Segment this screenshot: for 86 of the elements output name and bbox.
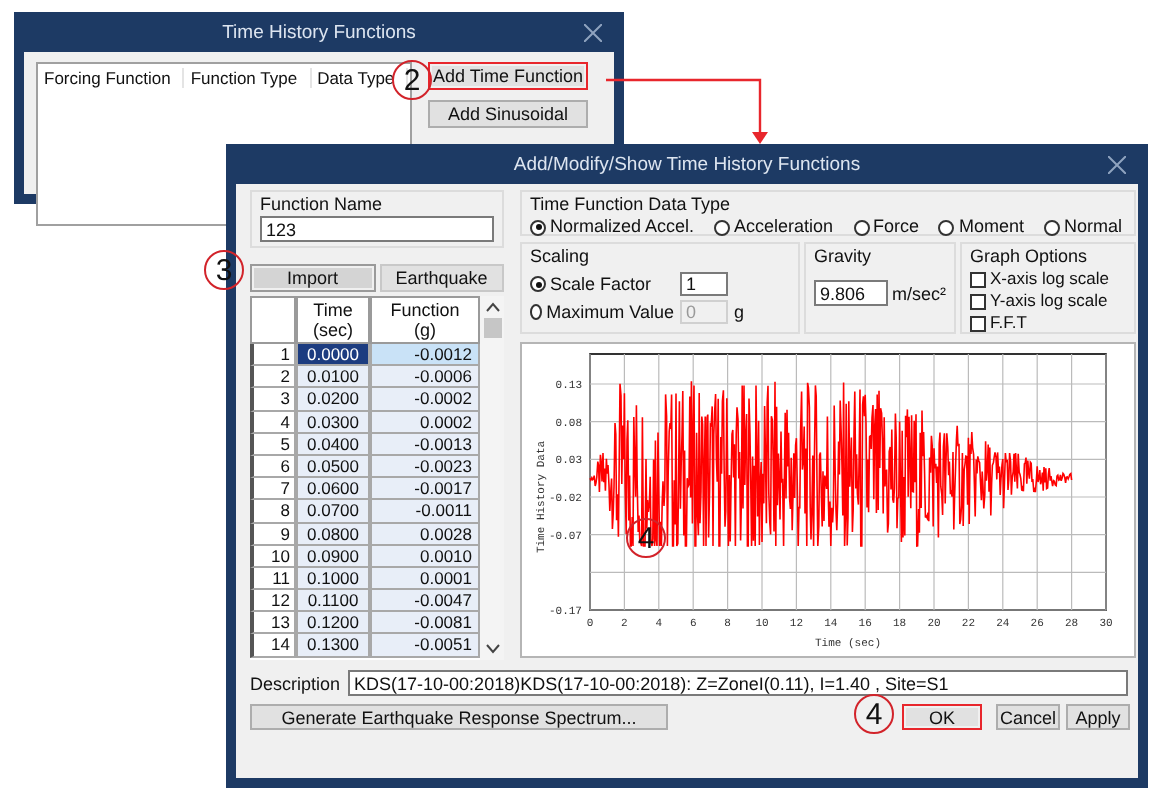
group-label: Scaling xyxy=(530,246,592,268)
group-label: Graph Options xyxy=(970,246,1090,268)
row-number[interactable]: 8 xyxy=(250,500,296,523)
add-function-button[interactable]: Add Time Function xyxy=(428,62,588,90)
row-number[interactable]: 9 xyxy=(250,523,296,546)
row-number[interactable]: 13 xyxy=(250,612,296,635)
table-cell[interactable]: 0.0800 xyxy=(296,523,370,546)
table-cell[interactable]: 0.1100 xyxy=(296,590,370,613)
table-cell[interactable]: 0.0028 xyxy=(370,523,480,546)
table-cell[interactable]: 0.0010 xyxy=(370,545,480,568)
scroll-up-icon[interactable] xyxy=(485,302,499,312)
tab[interactable]: Import xyxy=(250,264,375,292)
row-number[interactable]: 14 xyxy=(250,634,296,658)
scale-input[interactable]: 1 xyxy=(680,272,728,296)
checkbox-option[interactable]: F.F.T xyxy=(970,312,1126,334)
table-cell[interactable]: 0.0500 xyxy=(296,455,370,479)
dialog-button[interactable]: OK xyxy=(902,704,982,730)
table-cell[interactable]: 0.0200 xyxy=(296,388,370,412)
description-field[interactable]: KDS(17-10-00:2018)KDS(17-10-00:2018): Z=ZoneI(0.11), I=1.40 , Site=S1 xyxy=(348,670,1129,696)
table-cell[interactable]: -0.0012 xyxy=(370,344,480,367)
radio-option[interactable]: Force xyxy=(853,216,920,238)
group-label: Time Function Data Type xyxy=(530,194,733,216)
row-number[interactable]: 1 xyxy=(250,344,296,367)
row-number[interactable]: 11 xyxy=(250,567,296,591)
table-cell[interactable]: 0.0600 xyxy=(296,478,370,501)
column-header: Forcing Function xyxy=(38,68,185,88)
unit-label: m/sec² xyxy=(892,283,946,303)
row-number[interactable]: 12 xyxy=(250,590,296,613)
unit-label: g xyxy=(734,302,745,322)
row-number[interactable]: 7 xyxy=(250,478,296,501)
table-cell[interactable]: -0.0023 xyxy=(370,455,480,479)
table-cell[interactable]: 0.0700 xyxy=(296,500,370,523)
table-cell[interactable]: -0.0017 xyxy=(370,478,480,501)
window-title: Add/Modify/Show Time History Functions xyxy=(513,153,861,175)
row-number[interactable]: 10 xyxy=(250,545,296,568)
row-number[interactable]: 2 xyxy=(250,366,296,389)
radio-option[interactable]: Moment xyxy=(938,216,1024,238)
table-cell[interactable]: -0.0047 xyxy=(370,590,480,613)
table-cell[interactable]: 0.1000 xyxy=(296,567,370,591)
dialog-button[interactable]: Cancel xyxy=(996,704,1060,730)
row-number[interactable]: 5 xyxy=(250,433,296,456)
scrollbar[interactable] xyxy=(480,296,504,660)
table-cell[interactable]: -0.0081 xyxy=(370,612,480,635)
table-cell[interactable]: 0.0002 xyxy=(370,411,480,434)
checkbox-option[interactable]: X-axis log scale xyxy=(970,268,1126,290)
checkbox-option[interactable]: Y-axis log scale xyxy=(970,290,1126,312)
table-cell[interactable]: -0.0051 xyxy=(370,634,480,658)
close-icon[interactable] xyxy=(584,24,602,42)
table-cell[interactable]: -0.0013 xyxy=(370,433,480,456)
radio-option[interactable]: Normalized Accel. xyxy=(530,216,695,238)
radio-option[interactable]: Scale Factor xyxy=(530,273,674,295)
row-number[interactable]: 3 xyxy=(250,388,296,412)
radio-option[interactable]: Normal xyxy=(1043,216,1122,238)
scroll-down-icon[interactable] xyxy=(485,644,499,654)
function-name-field[interactable]: 123 xyxy=(260,216,494,242)
row-number[interactable]: 6 xyxy=(250,455,296,479)
add-function-button[interactable]: Add Sinusoidal xyxy=(428,100,588,128)
radio-option[interactable]: Acceleration xyxy=(714,216,834,238)
group-label: Gravity xyxy=(814,246,874,268)
window-title: Time History Functions xyxy=(222,21,416,43)
column-header: Function Type xyxy=(184,68,312,88)
table-cell[interactable]: 0.0001 xyxy=(370,567,480,591)
corner-cell xyxy=(250,296,296,344)
close-icon[interactable] xyxy=(1108,156,1126,174)
table-cell[interactable]: 0.0400 xyxy=(296,433,370,456)
table-cell[interactable]: 0.0900 xyxy=(296,545,370,568)
generate-spectrum-button[interactable]: Generate Earthquake Response Spectrum... xyxy=(250,704,668,730)
table-cell[interactable]: -0.0006 xyxy=(370,366,480,389)
dialog-button[interactable]: Apply xyxy=(1066,704,1130,730)
column-header[interactable]: Function (g) xyxy=(370,296,480,344)
field-label: Description xyxy=(250,673,341,693)
gravity-input[interactable]: 9.806 xyxy=(814,280,888,306)
table-cell[interactable]: -0.0011 xyxy=(370,500,480,523)
table-cell[interactable]: 0.0000 xyxy=(296,344,370,367)
table-cell[interactable]: 0.1300 xyxy=(296,634,370,658)
scroll-thumb[interactable] xyxy=(483,318,501,338)
tab[interactable]: Earthquake xyxy=(379,264,504,292)
step-number-callout: 4 xyxy=(854,694,894,734)
column-header[interactable]: Time (sec) xyxy=(296,296,370,344)
table-cell[interactable]: 0.0300 xyxy=(296,411,370,434)
step-number-callout: 2 xyxy=(392,60,432,100)
table-cell[interactable]: 0.1200 xyxy=(296,612,370,635)
group-label: Function Name xyxy=(260,194,385,216)
table-cell[interactable]: -0.0002 xyxy=(370,388,480,412)
table-cell[interactable]: 0.0100 xyxy=(296,366,370,389)
row-number[interactable]: 4 xyxy=(250,411,296,434)
